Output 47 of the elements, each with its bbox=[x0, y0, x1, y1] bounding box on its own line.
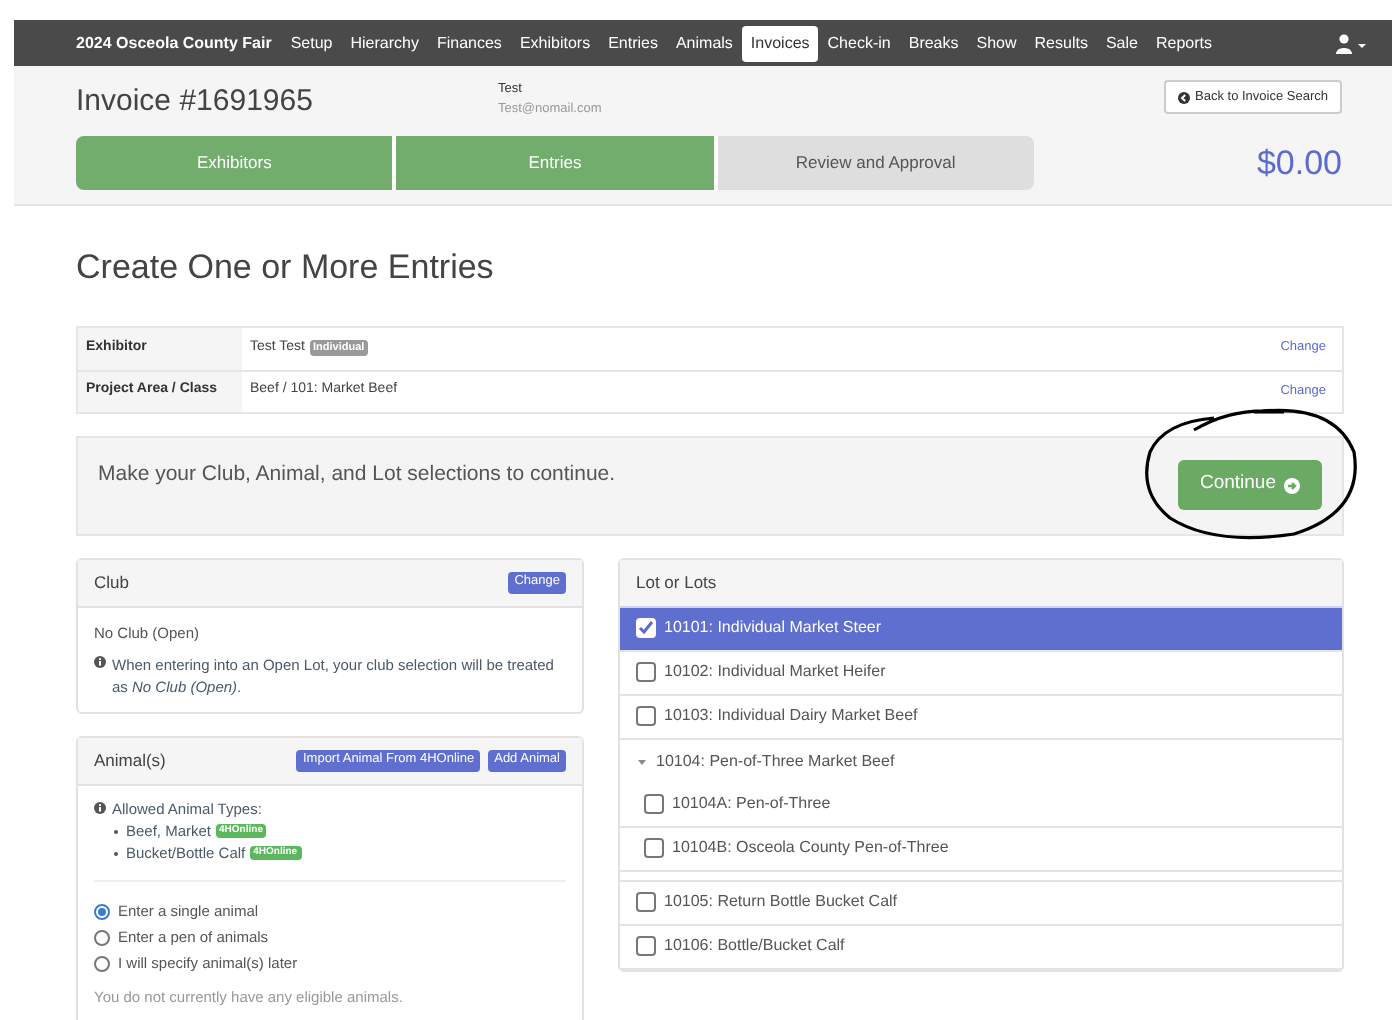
arrow-right-icon bbox=[1284, 477, 1300, 493]
radio-button[interactable] bbox=[94, 929, 110, 945]
nav-item[interactable]: Hierarchy bbox=[341, 25, 428, 61]
progress-step: Entries bbox=[392, 136, 714, 190]
nav-item[interactable]: Invoices bbox=[741, 25, 819, 61]
lot-item[interactable]: 10103: Individual Dairy Market Beef bbox=[620, 695, 1342, 739]
lot-item[interactable]: 10102: Individual Market Heifer bbox=[620, 651, 1342, 695]
checkbox[interactable] bbox=[644, 838, 664, 858]
nav-item[interactable]: Reports bbox=[1146, 25, 1221, 61]
nav-item[interactable]: Check-in bbox=[818, 25, 900, 61]
nav-item[interactable]: Setup bbox=[281, 25, 342, 61]
checkbox[interactable] bbox=[636, 662, 656, 682]
nav-item[interactable]: Sale bbox=[1096, 25, 1147, 61]
checkbox[interactable] bbox=[636, 936, 656, 956]
nav-item[interactable]: Breaks bbox=[899, 25, 968, 61]
lot-item[interactable]: 10105: Return Bottle Bucket Calf bbox=[620, 881, 1342, 925]
panel-title: Animal(s) bbox=[94, 747, 166, 774]
nav-item[interactable]: Entries bbox=[599, 25, 667, 61]
lot-item[interactable]: 10104B: Osceola County Pen-of-Three bbox=[620, 827, 1342, 871]
progress-step: Exhibitors bbox=[76, 136, 393, 190]
info-icon bbox=[94, 655, 106, 668]
checkbox[interactable] bbox=[636, 706, 656, 726]
nav-item[interactable]: Results bbox=[1025, 25, 1097, 61]
page-title: Create One or More Entries bbox=[76, 246, 496, 290]
radio-button[interactable] bbox=[94, 903, 110, 919]
invoice-title: Invoice #1691965 bbox=[76, 82, 315, 122]
nav-item[interactable]: Finances bbox=[427, 25, 511, 61]
nav-item[interactable]: Show bbox=[967, 25, 1026, 61]
lot-item[interactable]: 10101: Individual Market Steer bbox=[620, 607, 1342, 651]
checkbox[interactable] bbox=[644, 794, 664, 814]
radio-button[interactable] bbox=[94, 955, 110, 971]
progress-step: Review and Approval bbox=[713, 136, 1034, 190]
checkbox[interactable] bbox=[636, 892, 656, 912]
caret-icon[interactable] bbox=[636, 755, 648, 767]
brand[interactable]: 2024 Osceola County Fair bbox=[76, 31, 272, 55]
panel-title: Club bbox=[94, 569, 129, 595]
checkbox[interactable] bbox=[636, 618, 656, 638]
info-icon bbox=[94, 802, 106, 815]
lot-item[interactable]: 10106: Bottle/Bucket Calf bbox=[620, 925, 1342, 969]
invoice-total: $0.00 bbox=[1256, 141, 1342, 186]
notice-text: Make your Club, Animal, and Lot selections to continue. bbox=[98, 459, 616, 489]
back-arrow-icon bbox=[1177, 91, 1190, 103]
panel-title: Lot or Lots bbox=[636, 569, 717, 595]
nav-item[interactable]: Animals bbox=[666, 25, 742, 61]
nav-item[interactable]: Exhibitors bbox=[510, 25, 600, 61]
lot-group: 10104: Pen-of-Three Market Beef bbox=[656, 749, 895, 773]
user-icon[interactable] bbox=[1336, 33, 1368, 53]
